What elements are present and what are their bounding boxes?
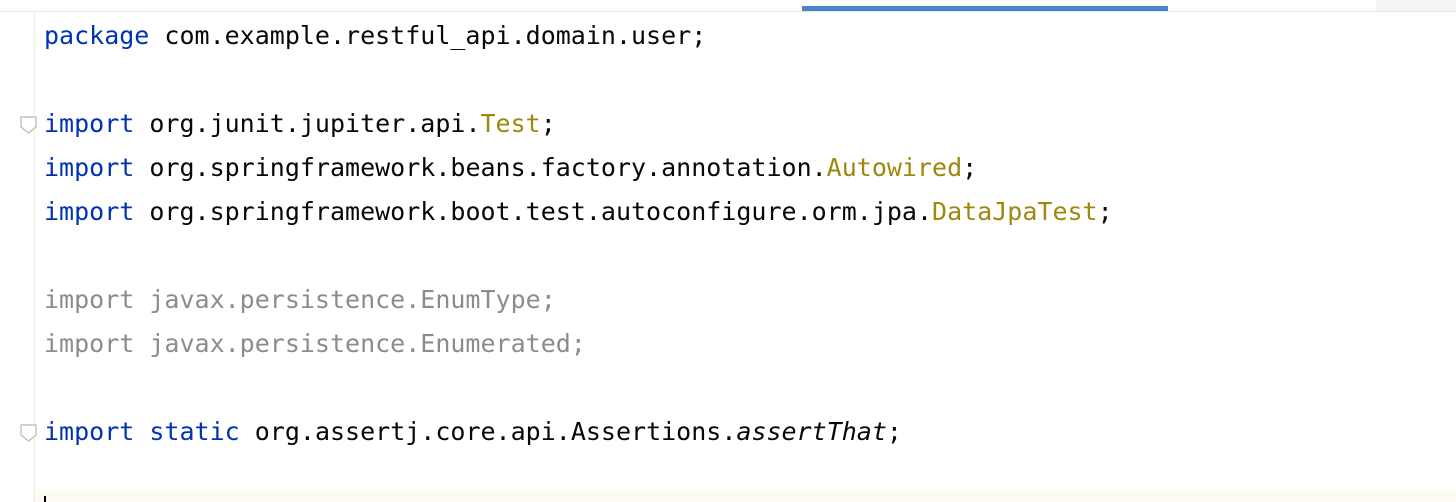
code-line-import-autowired[interactable]: import org.springframework.beans.factory…	[44, 146, 1113, 190]
unused-import: import javax.persistence.Enumerated;	[44, 329, 586, 358]
keyword-import: import	[44, 109, 135, 138]
static-method: assertThat	[736, 417, 887, 446]
code-line-import-static-assertthat[interactable]: import static org.assertj.core.api.Asser…	[44, 410, 1113, 454]
right-strip	[1376, 0, 1456, 11]
code-area[interactable]: package com.example.restful_api.domain.u…	[44, 14, 1113, 454]
import-path: org.springframework.beans.factory.annota…	[134, 153, 827, 182]
scroll-indicator[interactable]	[802, 6, 1168, 11]
editor-gutter[interactable]	[0, 12, 37, 502]
semicolon: ;	[540, 109, 556, 138]
keyword-import: import	[44, 153, 135, 182]
keyword-import: import	[44, 417, 135, 446]
code-editor[interactable]: package com.example.restful_api.domain.u…	[0, 0, 1456, 502]
text-caret	[44, 496, 46, 502]
code-line-import-test[interactable]: import org.junit.jupiter.api.Test;	[44, 102, 1113, 146]
fold-marker-icon[interactable]	[20, 116, 37, 134]
semicolon: ;	[962, 153, 978, 182]
semicolon: ;	[886, 417, 902, 446]
code-line-package[interactable]: package com.example.restful_api.domain.u…	[44, 14, 1113, 58]
keyword-package: package	[44, 21, 150, 50]
keyword-static: static	[149, 417, 240, 446]
fold-marker-icon[interactable]	[20, 424, 37, 442]
annotation-class: Test	[480, 109, 541, 138]
import-path: org.junit.jupiter.api.	[134, 109, 481, 138]
code-line-blank[interactable]	[44, 366, 1113, 410]
package-name: com.example.restful_api.domain.user;	[149, 21, 707, 50]
code-line-blank[interactable]	[44, 234, 1113, 278]
annotation-class: DataJpaTest	[932, 197, 1098, 226]
code-line-blank[interactable]	[44, 58, 1113, 102]
code-line-unused-import-enumtype[interactable]: import javax.persistence.EnumType;	[44, 278, 1113, 322]
annotation-class: Autowired	[826, 153, 963, 182]
keyword-import: import	[44, 197, 135, 226]
code-line-import-datajpatest[interactable]: import org.springframework.boot.test.aut…	[44, 190, 1113, 234]
import-path: org.assertj.core.api.Assertions.	[239, 417, 737, 446]
current-line-highlight	[35, 490, 1456, 502]
editor-tab-strip	[0, 0, 1456, 12]
semicolon: ;	[1097, 197, 1113, 226]
import-path: org.springframework.boot.test.autoconfig…	[134, 197, 933, 226]
code-line-unused-import-enumerated[interactable]: import javax.persistence.Enumerated;	[44, 322, 1113, 366]
unused-import: import javax.persistence.EnumType;	[44, 285, 556, 314]
